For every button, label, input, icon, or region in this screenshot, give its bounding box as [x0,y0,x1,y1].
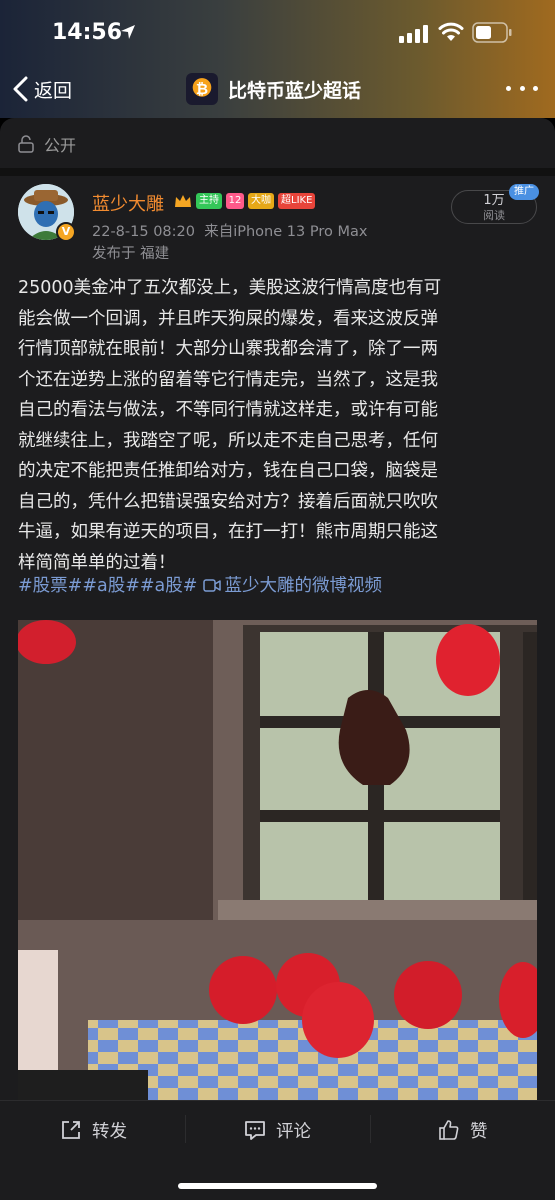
back-button[interactable]: 返回 [12,74,72,104]
nav-bar: 返回 比特币蓝少超话 [0,66,555,118]
status-time: 14:56 [52,20,123,45]
post-line: 行情顶部就在眼前！大部分山寨我都会清了，除了一两 [18,339,438,359]
header: 14:56 返回 比特币蓝少超话 [0,0,555,118]
host-badge: 主持 [196,193,222,209]
comment-icon [245,1121,265,1140]
divider [185,1115,186,1143]
super-like-badge: 超LIKE [278,193,316,209]
visibility-label: 公开 [44,136,77,155]
post-card: 公开 V 蓝少大雕 主持 12 大咖 超LIKE 22-8-15 08:20 来… [0,118,555,1100]
more-icon[interactable] [506,76,538,100]
nav-title[interactable]: 比特币蓝少超话 [186,72,361,106]
post-tags: #股票##a股##a股# 蓝少大雕的微博视频 [18,571,382,601]
post-line: 就继续往上，我踏空了呢，所以走不走自己思考，任何 [18,430,438,451]
reads-label: 阅读 [483,209,505,222]
thumbs-up-icon [439,1120,459,1140]
home-indicator[interactable] [178,1183,377,1189]
video-thumbnail[interactable] [18,620,537,1100]
lock-icon [18,135,34,153]
battery-icon [472,22,512,43]
username[interactable]: 蓝少大雕 [92,190,164,216]
location-arrow-icon [121,25,135,39]
hashtag-link[interactable]: #股票# [18,576,82,596]
visibility-indicator: 公开 [18,132,76,156]
post-line: 个还在逆势上涨的留着等它行情走完，当然了，这是我 [18,369,438,390]
like-button[interactable]: 赞 [438,1117,488,1143]
hashtag-link[interactable]: #a股# [140,576,198,596]
divider [370,1115,371,1143]
back-chevron-icon [13,76,28,102]
comment-label: 评论 [276,1121,311,1142]
hashtag-link[interactable]: #a股# [82,576,140,596]
post-line: 自己的看法与做法，不等同行情就这样走，或许有可能 [18,400,438,420]
bitcoin-logo-icon [186,73,218,105]
wifi-icon [438,22,464,41]
promo-badge[interactable]: 推广 [509,184,539,200]
verified-badge-icon: V [56,222,76,242]
post-line: 自己的，凭什么把错误强安给对方？接着后面就只吹吹 [18,491,438,512]
video-icon [203,579,222,592]
divider [0,168,555,176]
crown-icon [175,195,191,207]
level-badge: 12 [226,193,244,209]
video-link[interactable]: 蓝少大雕的微博视频 [224,576,382,596]
fan-badge: 大咖 [248,193,274,209]
post-location: 发布于 福建 [92,246,170,262]
post-line: 能会做一个回调，并且昨天狗屎的爆发，看来这波反弹 [18,308,438,329]
post-line: 牛逼，如果有逆天的项目，在打一打！熊市周期只能这 [18,522,438,542]
post-body: 25000美金冲了五次都没上，美股这波行情高度也有可 能会做一个回调，并且昨天狗… [18,273,538,578]
post-timestamp: 22-8-15 08:20 [92,224,195,240]
user-badges: 主持 12 大咖 超LIKE [174,193,316,209]
comment-button[interactable]: 评论 [244,1117,311,1143]
like-label: 赞 [470,1121,488,1142]
post-line: 的决定不能把责任推卸给对方，钱在自己口袋，脑袋是 [18,461,438,481]
signal-icon [399,25,428,43]
share-icon [62,1121,80,1139]
repost-label: 转发 [92,1121,127,1142]
post-meta: 22-8-15 08:20 来自iPhone 13 Pro Max [92,220,367,241]
page-title: 比特币蓝少超话 [228,79,362,102]
post-source: 来自iPhone 13 Pro Max [204,224,368,240]
status-bar: 14:56 [0,0,555,66]
post-line: 25000美金冲了五次都没上，美股这波行情高度也有可 [18,278,442,298]
repost-button[interactable]: 转发 [60,1117,127,1143]
back-label: 返回 [34,79,73,102]
